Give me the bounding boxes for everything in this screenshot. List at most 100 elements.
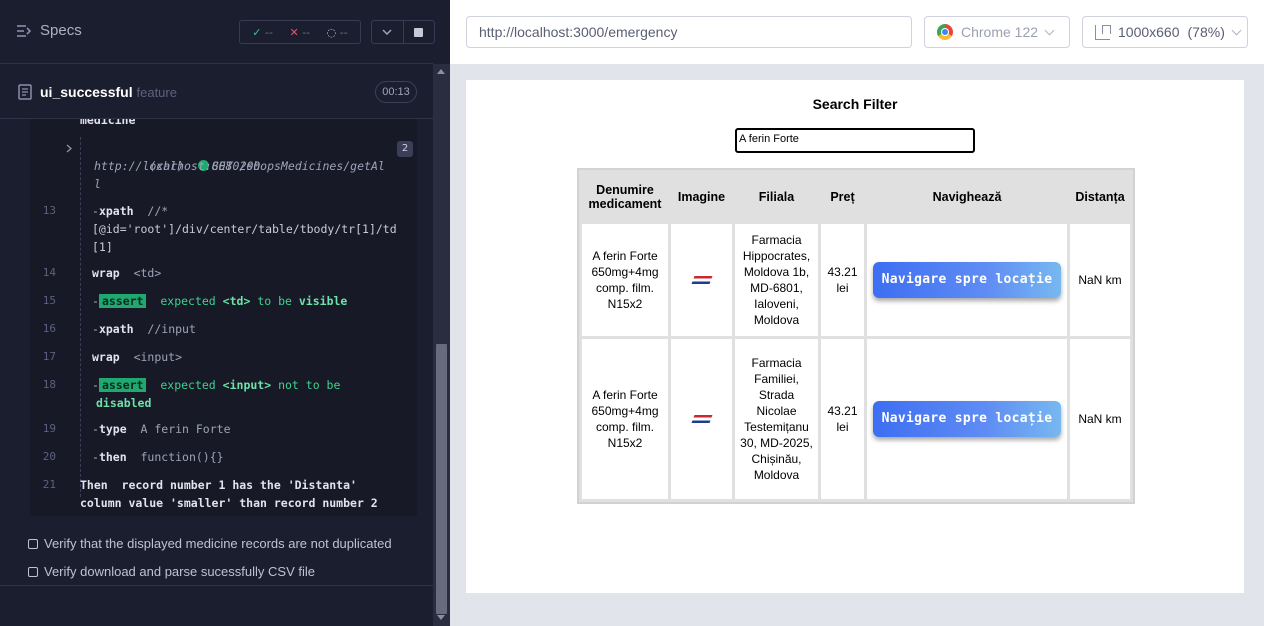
reporter-scrollbar[interactable] [433, 64, 450, 626]
log-arg: [1] [92, 240, 113, 254]
expand-button[interactable] [372, 21, 403, 43]
passed-count: -- [264, 25, 273, 39]
stop-button[interactable] [404, 21, 435, 43]
chrome-icon [937, 24, 953, 40]
navigate-button[interactable]: Navigare spre locație [873, 401, 1061, 437]
failed-x-icon: ✕ [289, 25, 299, 39]
assert-text: not to be [278, 378, 341, 392]
run-controls [371, 20, 435, 44]
log-command: wrap [92, 350, 120, 364]
browser-label: Chrome 122 [961, 24, 1039, 40]
xhr-url-2: l [94, 177, 101, 191]
log-entry[interactable]: 16 -xpath //input [30, 320, 417, 338]
navigate-button[interactable]: Navigare spre locație [873, 262, 1061, 298]
spec-name: ui_successful feature [40, 84, 177, 100]
medicine-image [671, 339, 732, 499]
log-arg: A ferin Forte [140, 422, 231, 436]
pharmacy-branch: Farmacia Familiei, Strada Nicolae Testem… [735, 339, 818, 499]
chevron-right-icon [66, 144, 72, 153]
url-bar[interactable]: http://localhost:3000/emergency [466, 16, 912, 48]
medicine-image-icon [691, 276, 712, 284]
reporter-panel: Specs ✓ -- ✕ -- ◌ -- ui_successful featu… [0, 0, 450, 626]
line-number: 21 [42, 478, 56, 491]
col-header: Preț [821, 173, 864, 221]
log-step[interactable]: 21 Then record number 1 has the 'Distant… [30, 476, 417, 512]
col-header: Imagine [671, 173, 732, 221]
log-entry[interactable]: 14 wrap <td> [30, 264, 417, 282]
pending-circle-icon: ◌ [326, 25, 337, 39]
line-number: 18 [42, 378, 56, 391]
test-item[interactable]: Verify download and parse sucessfully CS… [28, 564, 315, 579]
spec-header[interactable]: ui_successful feature 00:13 [0, 65, 433, 119]
log-arg: <td> [133, 266, 162, 280]
scroll-down-arrow-icon[interactable] [437, 615, 445, 620]
line-number: 20 [42, 450, 56, 463]
browser-selector[interactable]: Chrome 122 [924, 16, 1070, 48]
col-header: Distanța [1070, 173, 1130, 221]
step-text: Then record number 1 has the 'Distanta' [80, 478, 357, 492]
pharmacy-branch: Farmacia Hippocrates, Moldova 1b, MD-680… [735, 224, 818, 336]
line-number: 17 [42, 350, 56, 363]
assert-value: disabled [96, 396, 152, 410]
document-icon [18, 84, 32, 100]
chevron-down-icon [1231, 25, 1242, 35]
table-row: A ferin Forte 650mg+4mg comp. film. N15x… [582, 224, 1130, 336]
medicine-table: Denumire medicament Imagine Filiala Preț… [577, 168, 1135, 504]
log-arg: [@id='root']/div/center/table/tbody/tr[1… [92, 222, 397, 236]
medicine-name: A ferin Forte 650mg+4mg comp. film. N15x… [582, 224, 668, 336]
test-item[interactable]: Verify that the displayed medicine recor… [28, 536, 392, 551]
price: 43.21 lei [821, 224, 864, 336]
log-entry[interactable]: 18 - assert expected <input> not to be di… [30, 376, 417, 412]
log-entry[interactable]: 17 wrap <input> [30, 348, 417, 366]
table-header-row: Denumire medicament Imagine Filiala Preț… [582, 173, 1130, 221]
spec-extension: feature [136, 85, 177, 100]
xhr-url-1: http://localhost:8080/shopsMedicines/get… [94, 159, 385, 173]
log-arg: //* [147, 204, 169, 218]
assert-text: to be [257, 294, 292, 308]
chevron-down-icon [382, 29, 392, 35]
col-header: Navighează [867, 173, 1067, 221]
col-header: Denumire medicament [582, 173, 668, 221]
medicine-image-icon [691, 415, 712, 423]
step-text: column value 'smaller' than record numbe… [80, 496, 378, 510]
log-command: then [98, 450, 127, 464]
page-title: Search Filter [812, 96, 898, 112]
log-arg: function(){} [140, 450, 224, 464]
viewport-size: 1000x660 [1118, 24, 1180, 40]
log-command: wrap [92, 266, 120, 280]
log-entry[interactable]: 13 -xpath //* [@id='root']/div/center/ta… [30, 202, 417, 258]
spec-duration: 00:13 [375, 81, 417, 103]
line-number: 19 [42, 422, 56, 435]
pending-count: -- [339, 25, 348, 39]
aut-panel: http://localhost:3000/emergency Chrome 1… [450, 0, 1264, 626]
test-stats: ✓ -- ✕ -- ◌ -- [239, 20, 361, 44]
test-title: Verify that the displayed medicine recor… [44, 536, 392, 551]
aut-header: http://localhost:3000/emergency Chrome 1… [450, 0, 1264, 64]
log-entry[interactable]: 20 -then function(){} [30, 448, 417, 466]
assert-text: expected [160, 378, 216, 392]
test-title: Verify download and parse sucessfully CS… [44, 564, 315, 579]
log-entry[interactable]: 15 - assert expected <td> to be visible [30, 292, 417, 310]
specs-label: Specs [40, 22, 82, 39]
log-arg: <input> [133, 350, 183, 364]
distance: NaN km [1070, 339, 1130, 499]
scroll-thumb[interactable] [436, 344, 447, 614]
assert-text: expected [160, 294, 216, 308]
col-header: Filiala [735, 173, 818, 221]
log-command: xpath [98, 204, 134, 218]
log-xhr-entry[interactable]: (xhr) GET 200 http://localhost:8080/shop… [30, 139, 417, 195]
passed-check-icon: ✓ [252, 25, 262, 39]
viewport-zoom: (78%) [1187, 24, 1225, 40]
distance: NaN km [1070, 224, 1130, 336]
log-entry[interactable]: 19 -type A ferin Forte [30, 420, 417, 438]
nav-cell: Navigare spre locație [867, 339, 1067, 499]
assert-value: visible [298, 294, 348, 308]
line-number: 16 [42, 322, 56, 335]
search-input[interactable]: A ferin Forte [735, 128, 975, 153]
viewport-selector[interactable]: 1000x660 (78%) [1082, 16, 1248, 48]
viewport-icon [1095, 24, 1111, 40]
medicine-image [671, 224, 732, 336]
specs-toggle[interactable]: Specs [16, 22, 82, 39]
test-status-icon [28, 566, 38, 577]
scroll-up-arrow-icon[interactable] [437, 69, 445, 74]
